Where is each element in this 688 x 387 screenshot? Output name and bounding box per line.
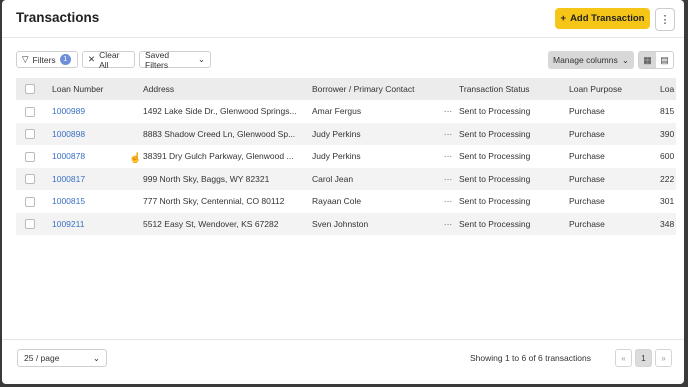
column-header-actions: [437, 78, 459, 100]
pagination-summary: Showing 1 to 6 of 6 transactions: [470, 353, 591, 363]
loan-number-link[interactable]: 1009211: [52, 212, 143, 235]
purpose-cell: Purchase: [569, 122, 660, 145]
select-all-checkbox[interactable]: [25, 84, 35, 95]
purpose-cell: Purchase: [569, 151, 605, 162]
chevron-down-icon: ⌄: [197, 54, 205, 64]
address-cell: 38391 Dry Gulch Parkway, Glenwood ...: [143, 151, 294, 162]
manage-columns-dropdown[interactable]: Manage columns ⌄: [548, 51, 634, 69]
borrower-cell: Judy Perkins: [312, 151, 361, 162]
amount-cell: 390: [660, 122, 676, 145]
saved-filters-dropdown[interactable]: Saved Filters ⌄: [139, 49, 211, 70]
table-row[interactable]: 1009211 5512 Easy St, Wendover, KS 67282…: [16, 212, 676, 235]
clear-all-label: Clear All: [99, 49, 120, 70]
chevron-down-icon: ⌄: [621, 54, 629, 65]
manage-columns-label: Manage columns: [553, 55, 618, 65]
table-row[interactable]: 1000898 8883 Shadow Creed Ln, Glenwood S…: [16, 122, 676, 145]
filters-label: Filters: [32, 54, 56, 65]
row-menu-icon[interactable]: ···: [437, 100, 459, 123]
filters-count-badge: 1: [59, 54, 71, 65]
loan-number-link[interactable]: 1000989: [52, 100, 143, 123]
status-cell: Sent to Processing: [459, 151, 531, 162]
next-page-button[interactable]: »: [655, 349, 672, 367]
column-header-loan-purpose[interactable]: Loan Purpose: [569, 78, 660, 100]
table-row[interactable]: 1000817 999 North Sky, Baggs, WY 82321 C…: [16, 167, 676, 190]
close-icon: ✕: [88, 54, 96, 64]
borrower-cell: Amar Fergus: [312, 106, 362, 117]
address-cell: 5512 Easy St, Wendover, KS 67282: [143, 212, 312, 235]
purpose-cell: Purchase: [569, 106, 605, 117]
row-checkbox[interactable]: [25, 129, 35, 140]
status-cell: Sent to Processing: [459, 167, 569, 190]
page-size-select[interactable]: 25 / page ⌄: [17, 349, 107, 367]
address-cell: 8883 Shadow Creed Ln, Glenwood Sp...: [143, 122, 312, 145]
plus-icon: +: [560, 13, 567, 24]
row-checkbox[interactable]: [25, 174, 35, 185]
card-view-icon[interactable]: ▤: [656, 52, 673, 68]
prev-page-button[interactable]: «: [615, 349, 632, 367]
loan-number-link[interactable]: 1000898: [52, 122, 143, 145]
status-cell: Sent to Processing: [459, 212, 569, 235]
add-transaction-button[interactable]: + Add Transaction: [555, 8, 650, 29]
more-options-button[interactable]: ⋮: [655, 8, 675, 31]
borrower-cell: Rayaan Cole: [312, 196, 362, 207]
row-checkbox[interactable]: [25, 219, 35, 230]
filters-button[interactable]: ▽ Filters 1: [16, 51, 78, 68]
amount-cell: 600: [660, 151, 675, 162]
status-cell: Sent to Processing: [459, 106, 531, 117]
row-checkbox[interactable]: [25, 196, 35, 207]
column-header-address[interactable]: Address: [143, 78, 312, 100]
loan-number-link[interactable]: 1000815: [52, 190, 143, 213]
double-chevron-right-icon: »: [661, 353, 666, 363]
page-header: Transactions + Add Transaction ⋮: [2, 0, 684, 38]
row-menu-icon[interactable]: ···: [437, 212, 459, 235]
row-checkbox[interactable]: [25, 106, 35, 117]
view-toggle: ▦ ▤: [638, 51, 674, 69]
row-menu-icon[interactable]: ···: [437, 167, 459, 190]
borrower-cell: Carol Jean: [312, 167, 437, 190]
amount-cell: 222: [660, 167, 676, 190]
address-cell: 999 North Sky, Baggs, WY 82321: [143, 167, 312, 190]
status-cell: Sent to Processing: [459, 196, 531, 207]
table-view-icon[interactable]: ▦: [639, 52, 656, 68]
chevron-down-icon: ⌄: [92, 352, 100, 363]
page-size-label: 25 / page: [24, 353, 60, 363]
borrower-cell: Sven Johnston: [312, 212, 437, 235]
table-header-row: Loan Number Address Borrower / Primary C…: [16, 78, 676, 100]
table-footer: 25 / page ⌄ Showing 1 to 6 of 6 transact…: [2, 339, 684, 384]
loan-number-link[interactable]: 1000817: [52, 167, 143, 190]
column-header-status[interactable]: Transaction Status: [459, 78, 569, 100]
column-header-loan-number[interactable]: Loan Number: [52, 78, 143, 100]
table-row[interactable]: 1000815 777 North Sky, Centennial, CO 80…: [16, 190, 676, 213]
column-header-loan-amount[interactable]: Loa: [660, 78, 676, 100]
row-menu-icon[interactable]: ···: [437, 122, 459, 145]
purpose-cell: Purchase: [569, 212, 660, 235]
saved-filters-label: Saved Filters: [145, 49, 170, 70]
page-number-button[interactable]: 1: [635, 349, 652, 367]
amount-cell: 348: [660, 212, 676, 235]
address-cell: 777 North Sky, Centennial, CO 80112: [143, 196, 285, 207]
purpose-cell: Purchase: [569, 196, 605, 207]
table-row[interactable]: 1000878 38391 Dry Gulch Parkway, Glenwoo…: [16, 145, 676, 168]
address-cell: 1492 Lake Side Dr., Glenwood Springs...: [143, 106, 297, 117]
borrower-cell: Judy Perkins: [312, 122, 437, 145]
amount-cell: 301: [660, 196, 675, 207]
double-chevron-left-icon: «: [621, 353, 626, 363]
mouse-cursor-icon: ☝: [129, 153, 142, 164]
add-transaction-label: Add Transaction: [570, 13, 645, 24]
transactions-table: Loan Number Address Borrower / Primary C…: [16, 78, 676, 235]
page-title: Transactions: [16, 10, 100, 25]
row-menu-icon[interactable]: ···: [437, 145, 459, 168]
app-window: Transactions + Add Transaction ⋮ ▽ Filte…: [2, 0, 684, 384]
more-vertical-icon: ⋮: [659, 14, 671, 26]
row-menu-icon[interactable]: ···: [437, 190, 459, 213]
clear-all-button[interactable]: ✕ Clear All: [82, 49, 135, 70]
filter-icon: ▽: [22, 54, 29, 64]
amount-cell: 815: [660, 106, 675, 117]
column-header-borrower[interactable]: Borrower / Primary Contact: [312, 78, 437, 100]
status-cell: Sent to Processing: [459, 122, 569, 145]
table-row[interactable]: 1000989 1492 Lake Side Dr., Glenwood Spr…: [16, 100, 676, 123]
purpose-cell: Purchase: [569, 167, 660, 190]
row-checkbox[interactable]: [25, 151, 35, 162]
